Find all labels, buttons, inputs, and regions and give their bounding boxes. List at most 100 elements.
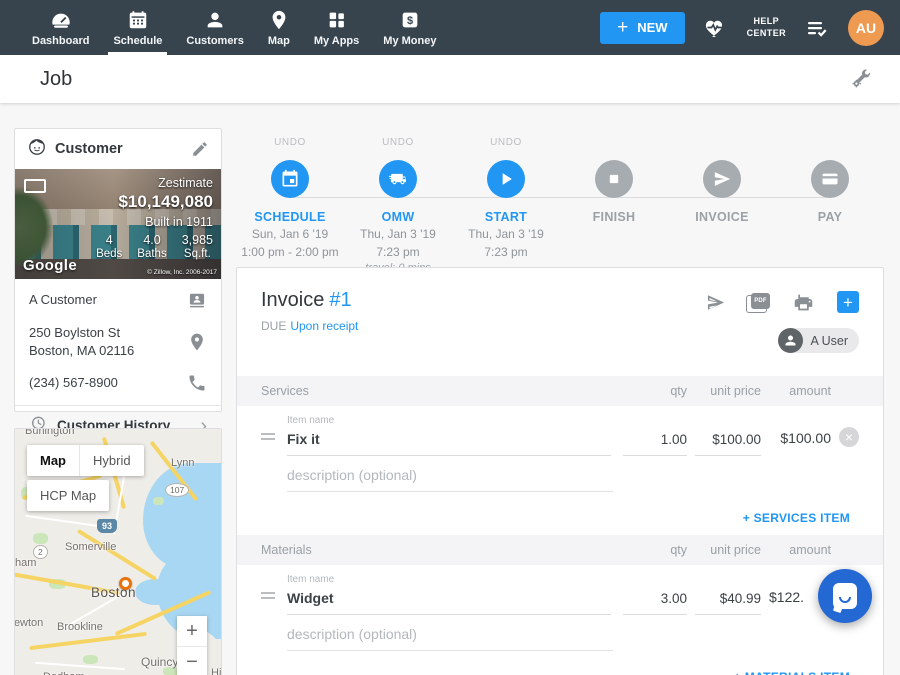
plus-icon: +	[617, 18, 628, 37]
job-settings-icon[interactable]	[850, 68, 872, 90]
map-label-quincy: Quincy	[141, 655, 178, 669]
drag-handle[interactable]	[261, 430, 287, 456]
street-view-expand-icon[interactable]	[24, 179, 46, 193]
material-item-name-input[interactable]	[287, 586, 611, 615]
truck-icon	[388, 169, 408, 189]
edit-customer-icon[interactable]	[191, 140, 209, 158]
add-materials-item-link[interactable]: + MATERIALS ITEM	[734, 670, 850, 675]
step-time: 7:23 pm	[376, 245, 419, 260]
customer-phone: (234) 567-8900	[29, 374, 187, 392]
step-date: Thu, Jan 3 '19	[360, 227, 436, 242]
send-icon	[712, 169, 732, 189]
schedule-step-button[interactable]	[271, 160, 309, 198]
pay-step-button[interactable]	[811, 160, 849, 198]
zoom-in-button[interactable]: +	[177, 616, 207, 646]
checklist-icon[interactable]	[805, 16, 829, 40]
zoom-out-button[interactable]: −	[177, 647, 207, 675]
item-name-label: Item name	[287, 574, 611, 585]
customer-card: Customer Zestimate $10,149,080 Built in …	[14, 128, 222, 412]
undo-start-link[interactable]: UNDO	[490, 137, 522, 151]
amount-column-header: amount	[769, 384, 831, 398]
user-avatar[interactable]: AU	[848, 10, 884, 46]
map-label-hingham: Hi	[211, 667, 221, 675]
customer-card-header: Customer	[15, 129, 221, 169]
chat-icon	[833, 583, 857, 609]
nav-tab-my-apps[interactable]: My Apps	[302, 0, 371, 55]
map-water	[135, 579, 175, 605]
undo-omw-link[interactable]: UNDO	[382, 137, 414, 151]
chat-widget-button[interactable]	[818, 569, 872, 623]
assignee-avatar	[778, 328, 803, 353]
service-unit-price-input[interactable]	[695, 428, 761, 456]
start-step-button[interactable]	[487, 160, 525, 198]
location-pin-icon[interactable]	[187, 332, 207, 352]
services-section-header: Services qty unit price amount	[237, 376, 883, 406]
contact-card-icon[interactable]	[187, 290, 207, 310]
assignee-chip[interactable]: A User	[778, 328, 859, 353]
print-icon[interactable]	[793, 292, 814, 313]
phone-icon[interactable]	[187, 373, 207, 393]
due-label: DUE	[261, 319, 286, 333]
step-label: SCHEDULE	[254, 210, 325, 224]
nav-tab-my-money[interactable]: $ My Money	[371, 0, 448, 55]
material-description-input[interactable]	[287, 619, 613, 651]
map-label-lynn: Lynn	[171, 457, 194, 469]
timeline-step-schedule: UNDO SCHEDULE Sun, Jan 6 '19 1:00 pm - 2…	[236, 137, 344, 274]
job-timeline: UNDO SCHEDULE Sun, Jan 6 '19 1:00 pm - 2…	[236, 137, 884, 259]
send-invoice-icon[interactable]	[705, 292, 726, 313]
service-item-name-input[interactable]	[287, 427, 611, 456]
invoice-step-button[interactable]	[703, 160, 741, 198]
customer-address-row: 250 Boylston StBoston, MA 02116	[29, 317, 207, 366]
baths-value: 4.0	[137, 233, 166, 247]
sqft-label: Sq.ft.	[182, 248, 213, 260]
add-invoice-button[interactable]: +	[837, 291, 859, 313]
beds-value: 4	[96, 233, 122, 247]
add-services-item-link[interactable]: + SERVICES ITEM	[743, 511, 850, 525]
step-date: Sun, Jan 6 '19	[252, 227, 328, 242]
service-qty-input[interactable]	[623, 428, 687, 456]
section-title: Materials	[261, 543, 611, 557]
undo-schedule-link[interactable]: UNDO	[274, 137, 306, 151]
remove-service-item-icon[interactable]: ×	[839, 427, 859, 447]
omw-step-button[interactable]	[379, 160, 417, 198]
map-road	[35, 662, 125, 670]
material-item-row: Item name $122.	[237, 565, 883, 615]
drag-handle[interactable]	[261, 589, 287, 615]
customer-face-icon	[27, 137, 47, 162]
material-qty-input[interactable]	[623, 587, 687, 615]
page-header: Job	[0, 55, 900, 103]
referral-heart-icon[interactable]	[704, 16, 728, 40]
unit-price-column-header: unit price	[695, 543, 761, 557]
nav-right: + NEW HELP CENTER AU	[600, 0, 900, 55]
map-type-hybrid-button[interactable]: Hybrid	[80, 445, 144, 476]
timeline-step-pay: PAY	[776, 137, 884, 274]
finish-step-button[interactable]	[595, 160, 633, 198]
credit-card-icon	[820, 169, 840, 189]
item-name-label: Item name	[287, 415, 611, 426]
service-description-input[interactable]	[287, 460, 613, 492]
timeline-step-invoice: INVOICE	[668, 137, 776, 274]
map-label-somerville: Somerville	[65, 541, 116, 553]
nav-tab-dashboard[interactable]: Dashboard	[20, 0, 101, 55]
nav-tab-map[interactable]: Map	[256, 0, 302, 55]
map-pin-icon	[268, 9, 290, 31]
new-button[interactable]: + NEW	[600, 12, 684, 44]
map-label-dedham: Dedham	[43, 671, 85, 675]
map-widget[interactable]: Burlington Lynn Somerville ham Boston Ne…	[14, 428, 222, 675]
nav-tab-schedule[interactable]: Schedule	[101, 0, 174, 55]
hcp-map-button[interactable]: HCP Map	[27, 480, 109, 511]
material-unit-price-input[interactable]	[695, 587, 761, 615]
app-root: Dashboard Schedule Customers Map My Apps…	[0, 0, 900, 675]
nav-tab-customers[interactable]: Customers	[174, 0, 255, 55]
property-stats: 4Beds 4.0Baths 3,985Sq.ft.	[96, 233, 213, 260]
zestimate-overlay: Zestimate $10,149,080 Built in 1911 4Bed…	[96, 176, 213, 260]
help-center-link[interactable]: HELP CENTER	[747, 16, 786, 39]
due-value-link[interactable]: Upon receipt	[290, 319, 358, 333]
qty-column-header: qty	[623, 543, 687, 557]
job-location-marker[interactable]	[119, 577, 132, 590]
map-type-map-button[interactable]: Map	[27, 445, 79, 476]
zestimate-value: $10,149,080	[96, 192, 213, 212]
google-logo: Google	[23, 257, 77, 274]
pdf-icon[interactable]: PDF	[749, 293, 770, 312]
route-2-shield: 2	[33, 545, 48, 559]
